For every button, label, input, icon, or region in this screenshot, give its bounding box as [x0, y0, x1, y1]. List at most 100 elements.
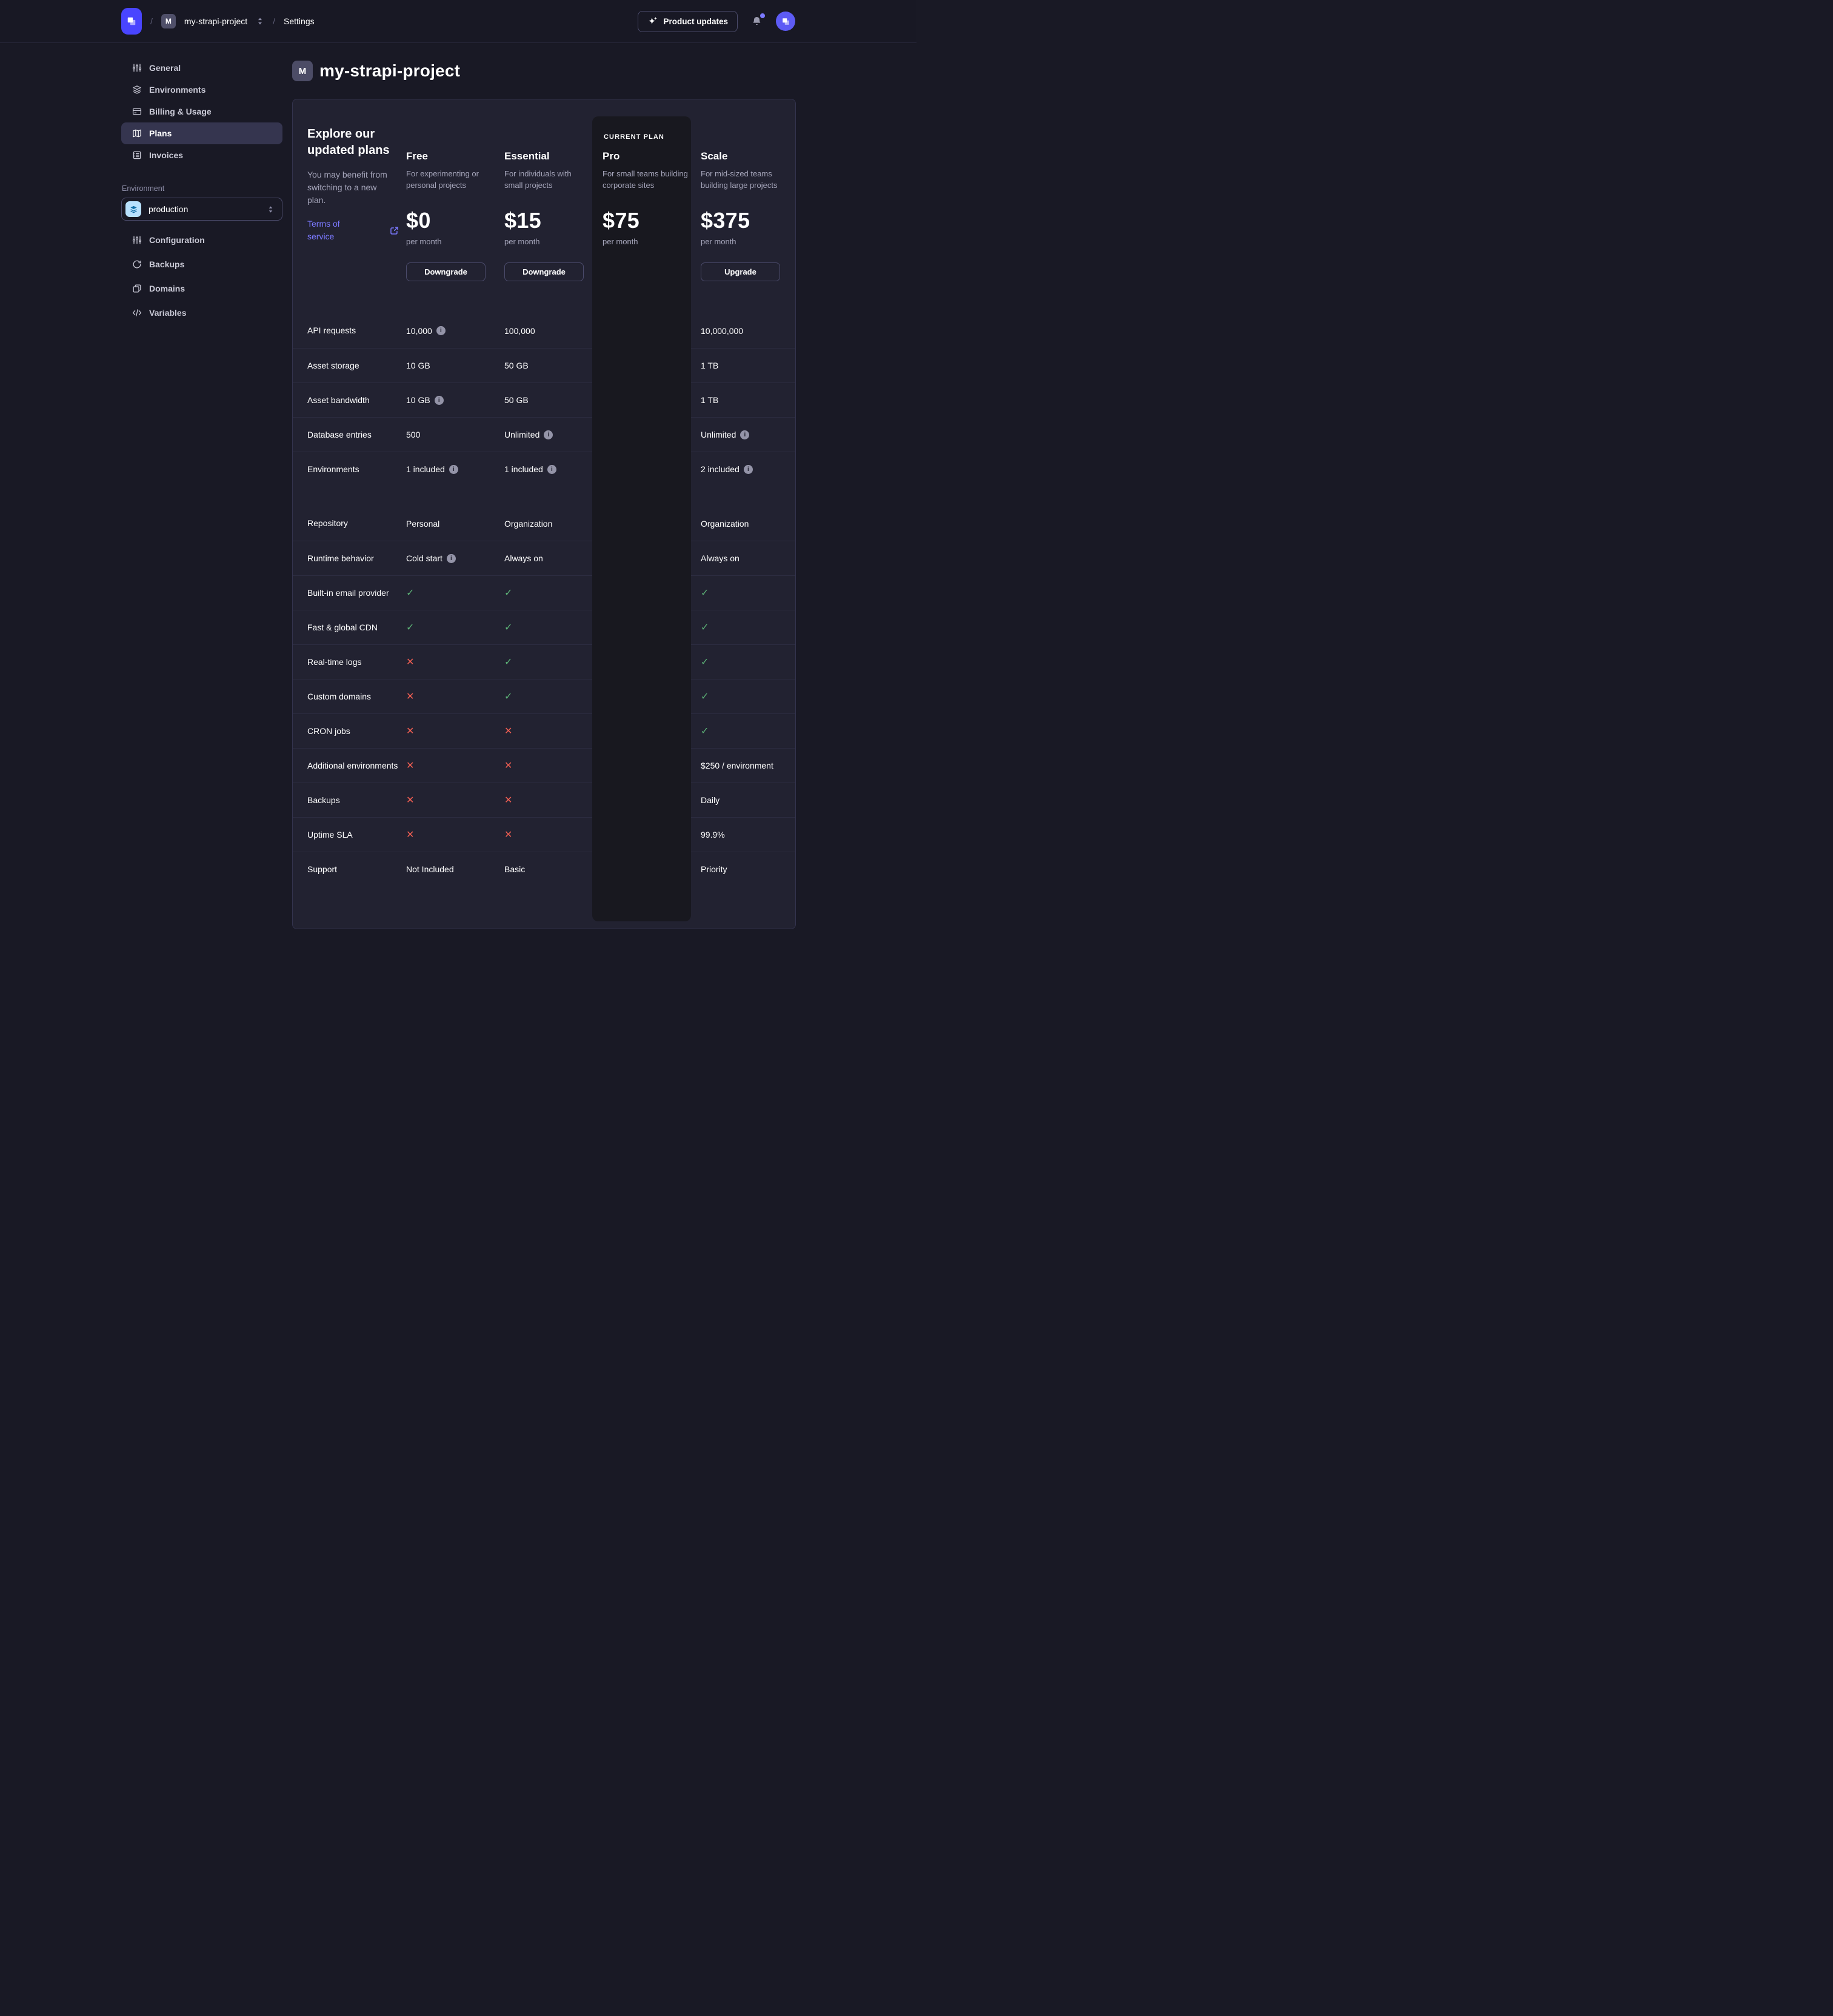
feature-value: ✓ [701, 656, 796, 668]
terms-of-service-link[interactable]: Terms of service [307, 218, 399, 243]
feature-value: Daily [701, 795, 796, 805]
feature-row-repository: RepositoryPersonalOrganizationOrganizati… [293, 506, 795, 541]
check-icon: ✓ [504, 587, 512, 599]
feature-row-runtime-behavior: Runtime behaviorCold startiAlways onAlwa… [293, 541, 795, 575]
breadcrumb-separator: / [273, 16, 275, 26]
feature-value: 10 GB [406, 361, 504, 370]
feature-value: 100,000 [504, 326, 603, 336]
downgrade-button-free[interactable]: Downgrade [406, 262, 486, 281]
avatar-strapi-mark-icon [781, 16, 791, 27]
feature-value: ✓ [701, 690, 796, 703]
feature-value: ✓ [701, 621, 796, 633]
feature-row-database-entries: Database entries500UnlimitediUnlimitediU… [293, 417, 795, 452]
cross-icon: ✕ [406, 794, 414, 806]
feature-row-fast-global-cdn: Fast & global CDN✓✓✓✓ [293, 610, 795, 644]
info-icon[interactable]: i [435, 396, 444, 405]
sidebar-env-item-variables[interactable]: Variables [121, 301, 282, 325]
feature-label: Asset storage [307, 359, 398, 372]
upgrade-button-scale[interactable]: Upgrade [701, 262, 780, 281]
feature-value: ✓ [504, 587, 603, 599]
feature-value-text: 1 included [406, 464, 445, 474]
project-switcher-icon[interactable] [256, 16, 264, 26]
sidebar-item-billing-usage[interactable]: Billing & Usage [121, 101, 282, 122]
feature-value: Unlimitedi [504, 430, 603, 439]
feature-label: Repository [307, 517, 398, 530]
info-icon[interactable]: i [447, 554, 456, 563]
sidebar-item-label: Configuration [149, 235, 205, 245]
feature-value: 10 GBi [406, 395, 504, 405]
info-icon[interactable]: i [449, 465, 458, 474]
sidebar-env-item-domains[interactable]: Domains [121, 276, 282, 301]
feature-value: ✓ [504, 656, 603, 668]
feature-value: 50 GB [504, 361, 603, 370]
main-content: M my-strapi-project Explore our updated … [292, 43, 796, 929]
navbar-actions: Product updates [638, 11, 795, 32]
breadcrumb-project-name[interactable]: my-strapi-project [184, 16, 247, 26]
sidebar-env-item-backups[interactable]: Backups [121, 252, 282, 276]
info-icon[interactable]: i [740, 430, 749, 439]
check-icon: ✓ [406, 621, 414, 633]
avatar[interactable] [776, 12, 795, 31]
notifications-button[interactable] [751, 15, 763, 27]
feature-value-text: Unlimited [701, 430, 736, 439]
sidebar-item-environments[interactable]: Environments [121, 79, 282, 101]
info-icon[interactable]: i [547, 465, 556, 474]
feature-value: ✕ [406, 829, 504, 841]
features-table: API requests10,000i100,0001,000,00010,00… [293, 313, 795, 886]
check-icon: ✓ [701, 621, 709, 633]
feature-value-text: Basic [504, 864, 525, 874]
feature-value: ✕ [406, 794, 504, 806]
product-updates-label: Product updates [663, 17, 728, 26]
feature-label: Database entries [307, 429, 398, 441]
cross-icon: ✕ [504, 829, 512, 841]
environment-select[interactable]: production [121, 198, 282, 221]
plan-price: $375 [701, 209, 796, 233]
sidebar-item-label: Plans [149, 129, 172, 138]
feature-value-text: Always on [504, 553, 543, 563]
feature-value: ✕ [504, 725, 603, 737]
plan-name: Free [406, 150, 504, 162]
feature-value-text: 100,000 [504, 326, 535, 336]
cross-icon: ✕ [504, 725, 512, 737]
feature-value: 1 TB [701, 361, 796, 370]
product-updates-button[interactable]: Product updates [638, 11, 738, 32]
feature-value: ✕ [504, 759, 603, 772]
page-title: my-strapi-project [319, 61, 460, 81]
feature-row-asset-storage: Asset storage10 GB50 GB250 GB1 TB [293, 348, 795, 382]
feature-value-text: 2 included [701, 464, 740, 474]
top-navbar: / M my-strapi-project / Settings Product… [0, 0, 916, 43]
feature-label: Support [307, 863, 398, 876]
sidebar-item-invoices[interactable]: Invoices [121, 144, 282, 166]
sidebar-item-label: Invoices [149, 150, 183, 160]
sidebar-item-general[interactable]: General [121, 57, 282, 79]
breadcrumb: / M my-strapi-project / Settings [121, 8, 315, 35]
feature-row-asset-bandwidth: Asset bandwidth10 GBi50 GB500 GB1 TB [293, 382, 795, 417]
feature-value: ✓ [504, 690, 603, 703]
environment-section-label: Environment [122, 184, 282, 193]
sparkles-icon [647, 16, 658, 27]
sidebar-item-label: Billing & Usage [149, 107, 212, 116]
environment-select-value: production [149, 204, 259, 214]
sidebar-item-plans[interactable]: Plans [121, 122, 282, 144]
plan-name: Pro [603, 150, 701, 162]
sidebar-env-item-configuration[interactable]: Configuration [121, 228, 282, 252]
plan-period: per month [406, 237, 504, 247]
info-icon[interactable]: i [744, 465, 753, 474]
feature-row-api-requests: API requests10,000i100,0001,000,00010,00… [293, 313, 795, 348]
feature-value: Personal [406, 519, 504, 529]
cross-icon: ✕ [406, 725, 414, 737]
sidebar-item-label: Environments [149, 85, 205, 95]
feature-label: API requests [307, 324, 398, 337]
cross-icon: ✕ [504, 794, 512, 806]
feature-value: 1 includedi [504, 464, 603, 474]
cross-icon: ✕ [504, 759, 512, 772]
downgrade-button-essential[interactable]: Downgrade [504, 262, 584, 281]
feature-value-text: Not Included [406, 864, 454, 874]
project-settings-nav: General Environments Billing & Usage Plans I… [121, 57, 282, 166]
feature-value: ✕ [406, 759, 504, 772]
feature-label: Built-in email provider [307, 587, 398, 599]
strapi-cloud-logo[interactable] [121, 8, 142, 35]
feature-value: 2 included i [701, 464, 796, 474]
info-icon[interactable]: i [544, 430, 553, 439]
info-icon[interactable]: i [436, 326, 446, 335]
